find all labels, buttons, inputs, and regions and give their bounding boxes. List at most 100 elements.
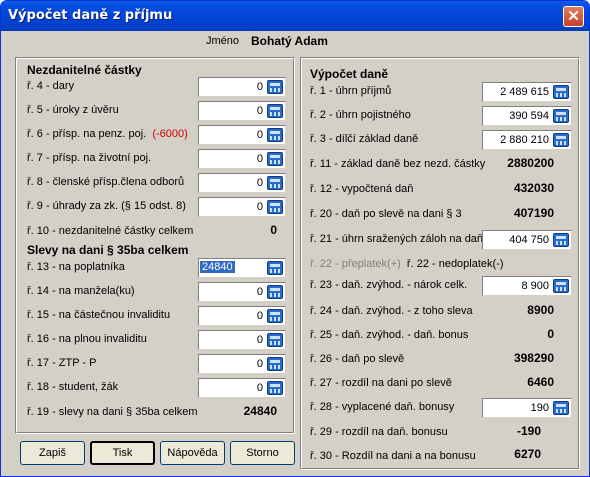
calculator-icon[interactable] [267,80,283,94]
r10-value: 0 [270,223,277,237]
row-r26: ř. 26 - daň po slevě 398290 [310,350,576,370]
calculator-icon[interactable] [267,261,283,275]
cancel-button[interactable]: Storno [230,441,295,465]
row-r14: ř. 14 - na manžela(ku) 0 [27,282,287,302]
r18-input[interactable]: 0 [198,378,286,398]
r8-value: 0 [256,177,263,189]
r13-input[interactable]: 24840 [198,258,286,278]
calculator-icon[interactable] [267,333,283,347]
row-r12: ř. 12 - vypočtená daň 432030 [310,180,576,200]
name-value: Bohatý Adam [251,34,328,48]
r8-label: ř. 8 - členské přísp.člena odborů [27,176,185,188]
r6-limit-note: (-6000) [152,128,188,140]
row-r4: ř. 4 - dary 0 [27,77,287,97]
r7-input[interactable]: 0 [198,149,286,169]
r29-value: -190 [516,424,541,438]
r1-input[interactable]: 2 489 615 [482,82,572,102]
r9-value: 0 [256,201,263,213]
save-button[interactable]: Zapiš [20,441,85,465]
r6-input[interactable]: 0 [198,125,286,145]
calculator-icon[interactable] [267,200,283,214]
r22-label: ř. 22 - přeplatek(+) ř. 22 - nedoplatek(… [310,258,504,270]
calculator-icon[interactable] [267,128,283,142]
r16-value: 0 [256,334,263,346]
r16-input[interactable]: 0 [198,330,286,350]
title-bar[interactable]: Výpočet daně z příjmu ✕ [1,1,589,31]
r9-input[interactable]: 0 [198,197,286,217]
r16-label: ř. 16 - na plnou invaliditu [27,333,147,345]
r23-value: 8 900 [521,280,549,292]
nondeductible-section-title: Nezdanitelné částky [27,63,142,77]
calculator-icon[interactable] [267,381,283,395]
r14-label: ř. 14 - na manžela(ku) [27,285,135,297]
r8-input[interactable]: 0 [198,173,286,193]
r13-label: ř. 13 - na poplatníka [27,261,125,273]
calculator-icon[interactable] [553,401,569,415]
r30-label: ř. 30 - Rozdíl na dani a na bonusu [310,450,476,462]
calculator-icon[interactable] [553,109,569,123]
tax-calculation-window: Výpočet daně z příjmu ✕ Jméno Bohatý Ada… [0,0,590,477]
row-r24: ř. 24 - daň. zvýhod. - z toho sleva 8900 [310,302,576,322]
r3-input[interactable]: 2 880 210 [482,130,572,150]
r17-label: ř. 17 - ZTP - P [27,357,97,369]
r19-value: 24840 [243,404,277,418]
r27-value: 6460 [527,375,554,389]
r23-input[interactable]: 8 900 [482,276,572,296]
row-r15: ř. 15 - na částečnou invaliditu 0 [27,306,287,326]
row-r11: ř. 11 - základ daně bez nezd. částky 288… [310,155,576,175]
r11-value: 2880200 [507,156,554,170]
r26-value: 398290 [513,351,554,365]
row-r7: ř. 7 - přísp. na životní poj. 0 [27,149,287,169]
help-button[interactable]: Nápověda [160,441,225,465]
row-r18: ř. 18 - student, žák 0 [27,378,287,398]
row-r27: ř. 27 - rozdíl na dani po slevě 6460 [310,374,576,394]
r18-label: ř. 18 - student, žák [27,381,119,393]
r22-underpayment-label: ř. 22 - nedoplatek(-) [406,258,504,270]
calculator-icon[interactable] [267,104,283,118]
row-r3: ř. 3 - dílčí základ daně 2 880 210 [310,130,576,150]
r2-value: 390 594 [509,110,549,122]
calculator-icon[interactable] [553,279,569,293]
r28-label: ř. 28 - vyplacené daň. bonusy [310,401,455,413]
calculator-icon[interactable] [267,357,283,371]
row-r5: ř. 5 - úroky z úvěru 0 [27,101,287,121]
right-panel: Výpočet daně ř. 1 - úhrn příjmů 2 489 61… [300,57,580,470]
r29-label: ř. 29 - rozdíl na daň. bonusu [310,426,448,438]
r17-value: 0 [256,358,263,370]
row-r9: ř. 9 - úhrady za zk. (§ 15 odst. 8) 0 [27,197,287,217]
row-r19: ř. 19 - slevy na dani § 35ba celkem 2484… [27,403,287,423]
calculator-icon[interactable] [267,152,283,166]
r28-input[interactable]: 190 [482,398,572,418]
tax-relief-section-title: Slevy na dani § 35ba celkem [27,243,189,257]
calculator-icon[interactable] [267,309,283,323]
calculator-icon[interactable] [267,176,283,190]
calculator-icon[interactable] [553,85,569,99]
print-button[interactable]: Tisk [90,441,155,465]
r20-value: 407190 [513,206,554,220]
r14-input[interactable]: 0 [198,282,286,302]
close-button[interactable]: ✕ [563,6,584,27]
r25-label: ř. 25 - daň. zvýhod. - daň. bonus [310,329,469,341]
r10-label: ř. 10 - nezdanitelné částky celkem [27,225,194,237]
r15-input[interactable]: 0 [198,306,286,326]
row-r2: ř. 2 - úhrn pojistného 390 594 [310,106,576,126]
r21-input[interactable]: 404 750 [482,230,572,250]
tax-calc-title: Výpočet daně [310,67,389,81]
calculator-icon[interactable] [553,233,569,247]
calculator-icon[interactable] [553,133,569,147]
r4-label: ř. 4 - dary [27,80,75,92]
r17-input[interactable]: 0 [198,354,286,374]
r28-value: 190 [530,402,549,414]
row-r22: ř. 22 - přeplatek(+) ř. 22 - nedoplatek(… [310,255,576,275]
r6-value: 0 [256,129,263,141]
calculator-icon[interactable] [267,285,283,299]
r12-value: 432030 [513,181,554,195]
r21-value: 404 750 [509,234,549,246]
row-r25: ř. 25 - daň. zvýhod. - daň. bonus 0 [310,326,576,346]
r2-label: ř. 2 - úhrn pojistného [310,109,411,121]
r1-value: 2 489 615 [500,86,549,98]
r5-input[interactable]: 0 [198,101,286,121]
r15-value: 0 [256,310,263,322]
r4-input[interactable]: 0 [198,77,286,97]
r2-input[interactable]: 390 594 [482,106,572,126]
